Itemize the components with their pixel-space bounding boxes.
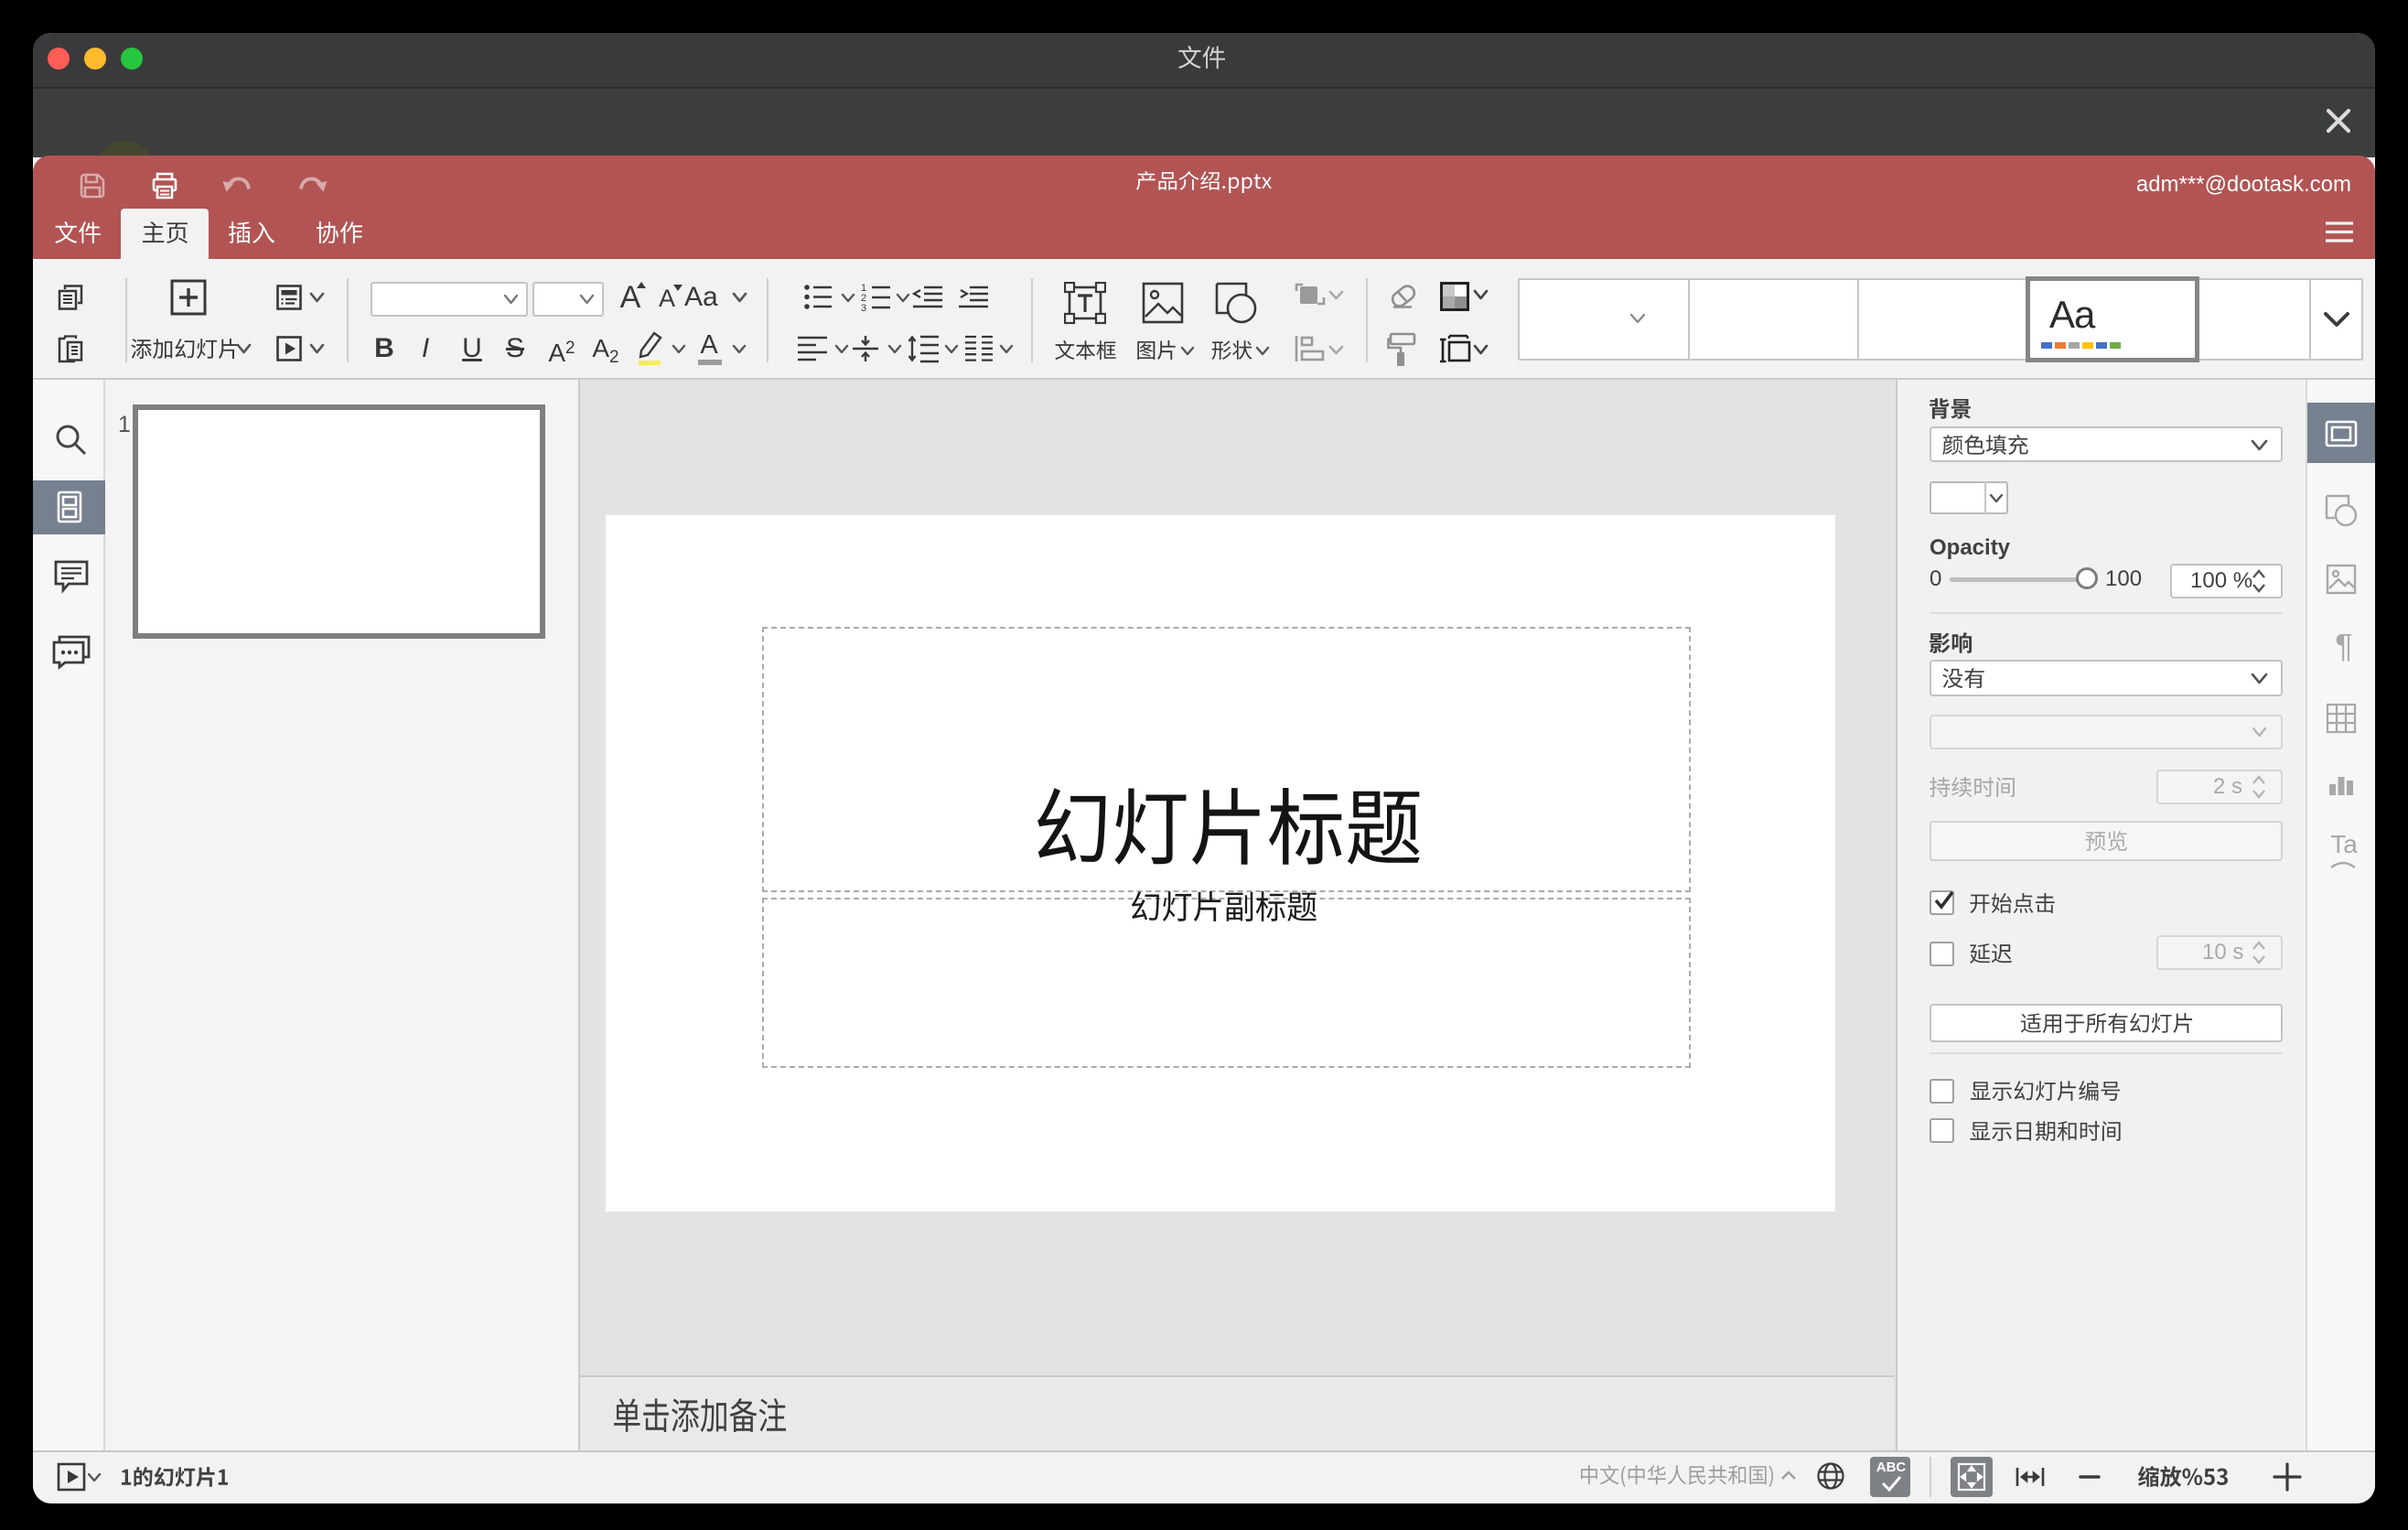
svg-text:3: 3: [861, 303, 866, 313]
